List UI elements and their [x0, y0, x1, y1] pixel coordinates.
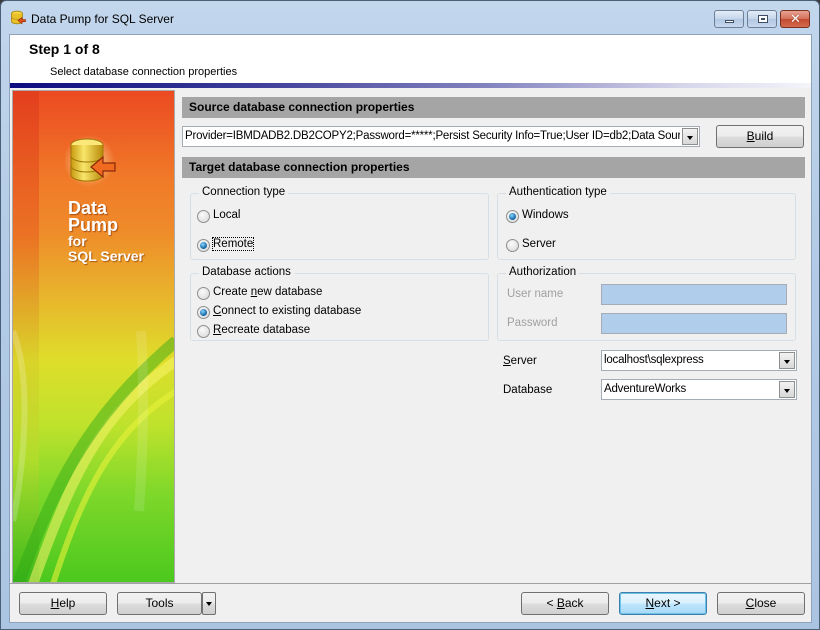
label-part: Create [213, 286, 251, 298]
radio-button[interactable] [506, 239, 519, 252]
radio-button[interactable] [197, 239, 210, 252]
product-banner: Data Pump for SQL Server [12, 90, 175, 583]
wizard-client-area: Step 1 of 8 Select database connection p… [9, 34, 812, 623]
tools-button[interactable]: Tools [117, 592, 202, 615]
app-database-icon [11, 10, 26, 25]
server-label: Server [503, 355, 537, 367]
source-section-header: Source database connection properties [182, 97, 805, 118]
database-actions-legend: Database actions [199, 266, 294, 278]
label-part: ack [564, 596, 584, 610]
source-connection-string-combo[interactable]: Provider=IBMDADB2.DB2COPY2;Password=****… [182, 126, 700, 147]
chevron-down-icon[interactable] [682, 128, 698, 145]
radio-create-new-label: Create new database [213, 286, 322, 298]
title-bar[interactable]: Data Pump for SQL Server ✕ [1, 1, 819, 35]
password-label: Password [507, 317, 558, 329]
header-gradient-bar [10, 83, 811, 88]
maximize-icon [758, 15, 768, 23]
source-connection-string-value: Provider=IBMDADB2.DB2COPY2;Password=****… [185, 130, 680, 142]
banner-line-2: Pump [68, 215, 119, 235]
label-part: ecreate database [221, 324, 311, 336]
build-label: uild [754, 129, 774, 143]
server-combo[interactable]: localhost\sqlexpress [601, 350, 797, 371]
user-name-field[interactable] [601, 284, 787, 305]
help-button[interactable]: Help [19, 592, 107, 615]
chevron-down-icon[interactable] [779, 352, 795, 369]
next-button[interactable]: Next > [619, 592, 707, 615]
tools-dropdown-arrow[interactable] [202, 592, 216, 615]
radio-button[interactable] [506, 210, 519, 223]
close-button[interactable]: Close [717, 592, 805, 615]
database-actions-group: Database actions Create new database Con… [190, 266, 489, 341]
target-section-header: Target database connection properties [182, 157, 805, 178]
label-part: erver [510, 355, 537, 367]
user-name-label: User name [507, 288, 564, 300]
connection-type-legend: Connection type [199, 186, 289, 198]
server-value: localhost\sqlexpress [604, 354, 704, 366]
banner-line-4: SQL Server [68, 248, 145, 264]
radio-button[interactable] [197, 306, 210, 319]
step-subtitle: Select database connection properties [50, 66, 238, 78]
database-combo[interactable]: AdventureWorks [601, 379, 797, 400]
authorization-legend: Authorization [506, 266, 580, 278]
minimize-icon [725, 20, 734, 23]
data-pump-logo-icon [65, 135, 116, 187]
label-accel: S [503, 355, 511, 367]
password-field[interactable] [601, 313, 787, 334]
banner-product-name: Data Pump for SQL Server [68, 199, 145, 264]
maximize-button[interactable] [747, 10, 777, 28]
app-window: Data Pump for SQL Server ✕ Step 1 of 8 S… [0, 0, 820, 630]
step-title: Step 1 of 8 [29, 41, 100, 57]
radio-connect-existing-label: Connect to existing database [213, 305, 361, 317]
radio-button[interactable] [197, 287, 210, 300]
radio-recreate-label: Recreate database [213, 324, 310, 336]
window-title: Data Pump for SQL Server [31, 12, 174, 26]
authentication-type-legend: Authentication type [506, 186, 610, 198]
footer-separator [10, 583, 811, 584]
label-part: lose [754, 596, 777, 610]
banner-line-3: for [68, 233, 87, 249]
radio-button[interactable] [197, 210, 210, 223]
radio-button[interactable] [197, 325, 210, 338]
wizard-header: Step 1 of 8 Select database connection p… [10, 35, 811, 83]
label-part: < [546, 596, 557, 610]
back-button[interactable]: < Back [521, 592, 609, 615]
authorization-group: Authorization User name Password [497, 266, 796, 341]
chevron-down-icon[interactable] [779, 381, 795, 398]
radio-windows-label: Windows [522, 209, 569, 221]
radio-local-label: Local [213, 209, 241, 221]
build-accel: B [746, 129, 755, 143]
radio-remote-label: Remote [211, 237, 255, 251]
label-part: ew database [257, 286, 323, 298]
database-label: Database [503, 384, 553, 396]
database-value: AdventureWorks [604, 383, 686, 395]
close-icon: ✕ [790, 11, 801, 26]
build-button[interactable]: Build [716, 125, 804, 148]
label-part: ext > [654, 596, 681, 610]
authentication-type-group: Authentication type Windows Server [497, 186, 796, 260]
label-part: elp [59, 596, 76, 610]
connection-type-group: Connection type Local Remote [190, 186, 489, 260]
label-accel: N [645, 596, 655, 610]
radio-server-label: Server [522, 238, 556, 250]
wizard-content: Source database connection properties Pr… [181, 90, 811, 583]
close-window-button[interactable]: ✕ [780, 10, 810, 28]
label-accel: B [556, 596, 565, 610]
label-part: onnect to existing database [221, 305, 362, 317]
minimize-button[interactable] [714, 10, 744, 28]
